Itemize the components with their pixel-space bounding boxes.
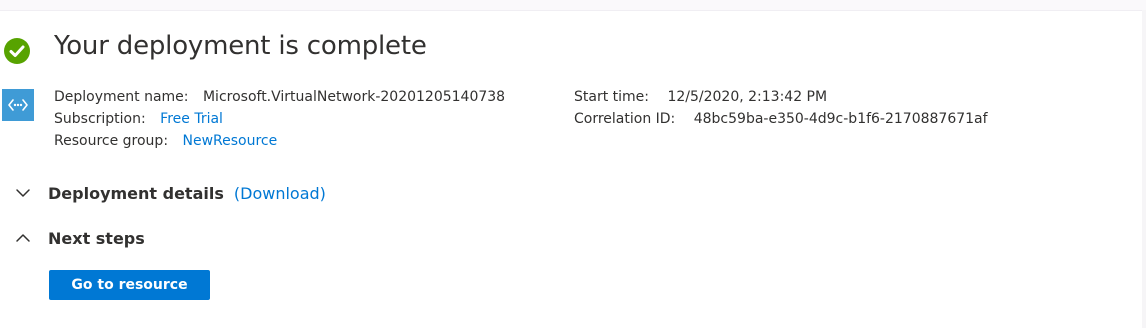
go-to-resource-button[interactable]: Go to resource bbox=[49, 270, 210, 300]
start-time-row: Start time: 12/5/2020, 2:13:42 PM bbox=[574, 89, 827, 105]
deployment-details-toggle[interactable]: Deployment details (Download) bbox=[14, 182, 326, 204]
resource-group-label: Resource group: bbox=[54, 133, 169, 149]
deployment-details-label: Deployment details bbox=[48, 183, 224, 203]
scrollbar-track[interactable] bbox=[1142, 10, 1146, 328]
success-check-icon bbox=[4, 38, 30, 64]
page-title: Your deployment is complete bbox=[54, 31, 427, 61]
chevron-up-icon bbox=[16, 234, 30, 242]
correlation-id-value: 48bc59ba-e350-4d9c-b1f6-2170887671af bbox=[693, 111, 988, 127]
subscription-label: Subscription: bbox=[54, 111, 146, 127]
next-steps-toggle[interactable]: Next steps bbox=[14, 227, 145, 249]
deployment-name-row: Deployment name: Microsoft.VirtualNetwor… bbox=[54, 89, 505, 105]
top-bar bbox=[0, 0, 1146, 11]
correlation-id-label: Correlation ID: bbox=[574, 111, 676, 127]
resource-group-link[interactable]: NewResource bbox=[182, 133, 277, 149]
download-link[interactable]: (Download) bbox=[234, 184, 326, 203]
correlation-id-row: Correlation ID: 48bc59ba-e350-4d9c-b1f6-… bbox=[574, 111, 988, 127]
resource-group-row: Resource group: NewResource bbox=[54, 133, 277, 149]
deployment-name-label: Deployment name: bbox=[54, 89, 189, 105]
start-time-label: Start time: bbox=[574, 89, 649, 105]
chevron-down-icon bbox=[16, 189, 30, 197]
start-time-value: 12/5/2020, 2:13:42 PM bbox=[667, 89, 828, 105]
virtual-network-icon bbox=[2, 89, 34, 121]
subscription-row: Subscription: Free Trial bbox=[54, 111, 223, 127]
subscription-link[interactable]: Free Trial bbox=[160, 111, 223, 127]
next-steps-label: Next steps bbox=[48, 228, 145, 248]
deployment-name-value: Microsoft.VirtualNetwork-20201205140738 bbox=[202, 89, 506, 105]
